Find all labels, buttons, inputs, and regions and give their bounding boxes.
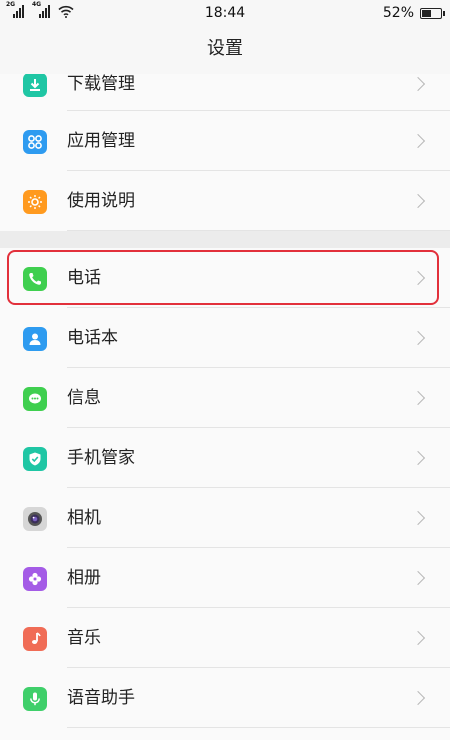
- contacts-icon: [23, 327, 47, 351]
- music-icon: [23, 627, 47, 651]
- chevron-right-icon: [410, 630, 426, 646]
- settings-item-mic[interactable]: 语音助手: [0, 668, 450, 728]
- settings-item-download[interactable]: 下载管理: [0, 74, 450, 111]
- settings-item-apps[interactable]: 应用管理: [0, 111, 450, 171]
- settings-item-bulb[interactable]: 使用说明: [0, 171, 450, 231]
- settings-item-shield[interactable]: 手机管家: [0, 428, 450, 488]
- gallery-icon: [23, 567, 47, 591]
- battery-percent: 52%: [382, 5, 414, 21]
- mic-icon: [23, 687, 47, 711]
- shield-icon: [23, 447, 47, 471]
- settings-section-1: 下载管理应用管理使用说明: [0, 74, 450, 231]
- settings-item-label: 相机: [67, 508, 101, 528]
- settings-item-label: 应用管理: [67, 131, 135, 151]
- settings-item-phone[interactable]: 电话: [0, 248, 450, 308]
- settings-item-label: 音乐: [67, 628, 101, 648]
- chevron-right-icon: [410, 570, 426, 586]
- message-icon: [23, 387, 47, 411]
- chevron-right-icon: [410, 133, 426, 149]
- chevron-right-icon: [410, 690, 426, 706]
- settings-item-label: 下载管理: [67, 74, 135, 94]
- row-divider: [67, 727, 450, 728]
- chevron-right-icon: [410, 510, 426, 526]
- chevron-right-icon: [410, 76, 426, 92]
- settings-item-label: 语音助手: [67, 688, 135, 708]
- settings-section-2: 电话电话本信息手机管家相机相册音乐语音助手: [0, 248, 450, 740]
- settings-item-camera[interactable]: 相机: [0, 488, 450, 548]
- settings-item-label: 电话: [67, 268, 101, 288]
- phone-icon: [23, 267, 47, 291]
- page-title: 设置: [0, 26, 450, 74]
- settings-item-gallery[interactable]: 相册: [0, 548, 450, 608]
- battery-fill: [422, 9, 432, 17]
- settings-item-label: 相册: [67, 568, 101, 588]
- battery-icon: [420, 7, 445, 19]
- settings-item-message[interactable]: 信息: [0, 368, 450, 428]
- settings-item-label: 手机管家: [67, 448, 135, 468]
- status-bar: 2G 4G 18:44 52%: [0, 0, 450, 26]
- chevron-right-icon: [410, 270, 426, 286]
- bulb-icon: [23, 190, 47, 214]
- settings-item-label: 使用说明: [67, 191, 135, 211]
- section-divider: [0, 231, 450, 248]
- chevron-right-icon: [410, 193, 426, 209]
- apps-icon: [23, 130, 47, 154]
- camera-icon: [23, 507, 47, 531]
- settings-item-label: 信息: [67, 388, 101, 408]
- settings-item-contacts[interactable]: 电话本: [0, 308, 450, 368]
- download-icon: [23, 74, 47, 97]
- chevron-right-icon: [410, 390, 426, 406]
- settings-item-label: 电话本: [67, 328, 118, 348]
- settings-item-music[interactable]: 音乐: [0, 608, 450, 668]
- chevron-right-icon: [410, 330, 426, 346]
- chevron-right-icon: [410, 450, 426, 466]
